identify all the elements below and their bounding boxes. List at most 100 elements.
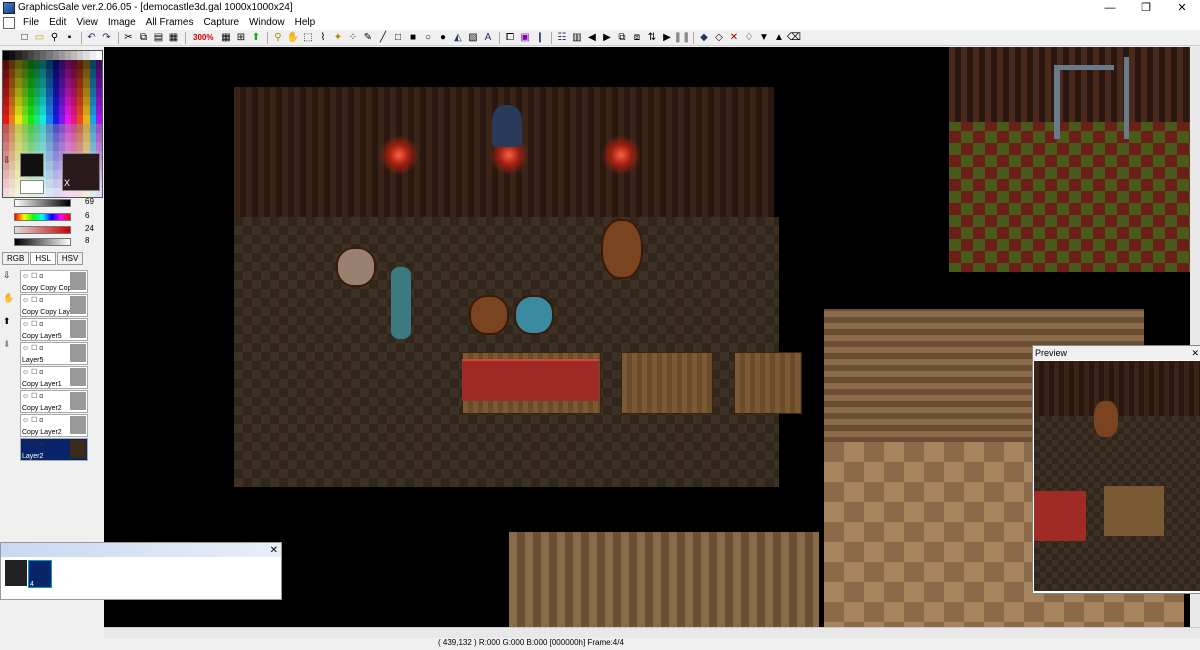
layer-visibility-icon[interactable]: ☺ ☐ α <box>22 296 43 304</box>
redo-icon[interactable]: ↷ <box>100 32 113 44</box>
magic-wand-icon[interactable]: ✦ <box>331 32 344 44</box>
undo-icon[interactable]: ↶ <box>85 32 98 44</box>
filled-rect-icon[interactable]: ■ <box>406 32 419 44</box>
grid-icon[interactable]: ▦ <box>219 32 232 44</box>
layer-visibility-icon[interactable]: ☺ ☐ α <box>22 440 43 448</box>
foreground-color[interactable] <box>20 153 44 177</box>
tab-rgb[interactable]: RGB <box>2 252 30 265</box>
cut-icon[interactable]: ✂ <box>122 32 135 44</box>
color-options[interactable] <box>20 180 44 194</box>
fit-icon[interactable]: ⊞ <box>234 32 247 44</box>
gradient-icon[interactable]: ▧ <box>466 32 479 44</box>
tab-hsv[interactable]: HSV <box>56 252 84 265</box>
luminance-slider[interactable] <box>14 238 71 246</box>
saturation-slider[interactable] <box>14 226 71 234</box>
layer-row[interactable]: ☺ ☐ α Copy Layer2 <box>20 390 88 413</box>
menu-image[interactable]: Image <box>103 17 141 28</box>
hue-slider[interactable] <box>14 213 71 221</box>
up-icon[interactable]: ▲ <box>772 32 785 44</box>
hand-icon[interactable]: ✋ <box>286 32 299 44</box>
minimize-button[interactable]: — <box>1092 0 1128 15</box>
layer-row[interactable]: ☺ ☐ α Copy Copy Lay <box>20 294 88 317</box>
layer-visibility-icon[interactable]: ☺ ☐ α <box>22 272 43 280</box>
preview-canvas[interactable] <box>1034 361 1200 591</box>
eraser-icon[interactable]: ✕ <box>727 32 740 44</box>
swap-colors-icon[interactable]: ⇩ <box>3 155 11 166</box>
hand-layer-icon[interactable]: ✋ <box>3 293 14 316</box>
pause-icon[interactable]: ❚❚ <box>674 32 691 44</box>
layer-row[interactable]: ☺ ☐ α Layer2 <box>20 438 88 461</box>
menu-view[interactable]: View <box>71 17 103 28</box>
flip-icon[interactable]: ♢ <box>742 32 755 44</box>
zoom-icon[interactable]: ⚲ <box>271 32 284 44</box>
frames-close-button[interactable]: ✕ <box>270 545 278 556</box>
frame-thumbnail[interactable] <box>5 560 27 586</box>
menu-file[interactable]: File <box>18 17 44 28</box>
text-icon[interactable]: A <box>481 32 494 44</box>
tab-hsl[interactable]: HSL <box>30 252 56 265</box>
paste-frame-icon[interactable]: ⧈ <box>630 32 643 44</box>
checker-icon[interactable]: ◆ <box>697 32 710 44</box>
frame-thumbnail-selected[interactable]: 4 <box>28 560 52 588</box>
merge-down-icon[interactable]: ⇩ <box>3 270 14 293</box>
menu-edit[interactable]: Edit <box>44 17 71 28</box>
eyedropper-icon[interactable]: ❙ <box>533 32 546 44</box>
close-button[interactable]: ✕ <box>1164 0 1200 15</box>
play-icon[interactable]: ▶ <box>660 32 673 44</box>
save-icon[interactable]: ▪ <box>63 32 76 44</box>
layer-up-icon[interactable]: ⬆ <box>3 316 14 339</box>
pipe <box>1054 65 1060 139</box>
rect-icon[interactable]: □ <box>391 32 404 44</box>
new-icon[interactable]: □ <box>18 32 31 44</box>
layer-row[interactable]: ☺ ☐ α Copy Layer1 <box>20 366 88 389</box>
layer-visibility-icon[interactable]: ☺ ☐ α <box>22 368 43 376</box>
layer-row[interactable]: ☺ ☐ α Copy Copy Cop <box>20 270 88 293</box>
pen-icon[interactable]: ✎ <box>361 32 374 44</box>
layer-visibility-icon[interactable]: ☺ ☐ α <box>22 392 43 400</box>
fill-icon[interactable]: ◭ <box>451 32 464 44</box>
layer-row[interactable]: ☺ ☐ α Copy Layer2 <box>20 414 88 437</box>
layer-visibility-icon[interactable]: ☺ ☐ α <box>22 320 43 328</box>
layer-visibility-icon[interactable]: ☺ ☐ α <box>22 416 43 424</box>
pages-icon[interactable]: ▥ <box>570 32 583 44</box>
wall-tiles <box>949 47 1190 122</box>
menu-help[interactable]: Help <box>290 17 321 28</box>
layers-icon[interactable]: ▦ <box>167 32 180 44</box>
layer-visibility-icon[interactable]: ☺ ☐ α <box>22 344 43 352</box>
green-arrow-icon[interactable]: ⬆ <box>249 32 262 44</box>
circle-icon[interactable]: ○ <box>421 32 434 44</box>
open-icon[interactable]: ▭ <box>33 32 46 44</box>
layer-name: Copy Layer2 <box>22 429 62 436</box>
maximize-button[interactable]: ❐ <box>1128 0 1164 15</box>
clear-icon[interactable]: ⌫ <box>787 32 801 44</box>
copy-icon[interactable]: ⧉ <box>137 32 150 44</box>
water-bucket <box>514 295 554 335</box>
frames-icon[interactable]: ☷ <box>555 32 568 44</box>
layer-name: Layer5 <box>22 357 44 364</box>
layer-row[interactable]: ☺ ☐ α Copy Layer5 <box>20 318 88 341</box>
brightness-slider[interactable] <box>14 199 71 207</box>
paste-icon[interactable]: ▤ <box>152 32 165 44</box>
sort-icon[interactable]: ⇅ <box>645 32 658 44</box>
filled-circle-icon[interactable]: ● <box>436 32 449 44</box>
menu-capture[interactable]: Capture <box>198 17 244 28</box>
menu-all-frames[interactable]: All Frames <box>141 17 199 28</box>
layer-row[interactable]: ☺ ☐ α Layer5 <box>20 342 88 365</box>
copy-frame-icon[interactable]: ⧉ <box>615 32 628 44</box>
spray-icon[interactable]: ⁘ <box>346 32 359 44</box>
prev-icon[interactable]: ◀ <box>585 32 598 44</box>
lasso-icon[interactable]: ⌇ <box>316 32 329 44</box>
line-icon[interactable]: ╱ <box>376 32 389 44</box>
layer-down-icon[interactable]: ⬇ <box>3 339 14 362</box>
palette-icon[interactable]: ◇ <box>712 32 725 44</box>
menu-window[interactable]: Window <box>244 17 290 28</box>
down-icon[interactable]: ▼ <box>757 32 770 44</box>
frame-icon[interactable]: ⧠ <box>503 32 516 44</box>
search-icon[interactable]: ⚲ <box>48 32 61 44</box>
next-icon[interactable]: ▶ <box>600 32 613 44</box>
zoom-level[interactable]: 300% <box>189 32 217 44</box>
mask-icon[interactable]: ▣ <box>518 32 531 44</box>
image-canvas[interactable] <box>104 47 1190 627</box>
preview-close-button[interactable]: ✕ <box>1191 348 1199 359</box>
select-rect-icon[interactable]: ⬚ <box>301 32 314 44</box>
